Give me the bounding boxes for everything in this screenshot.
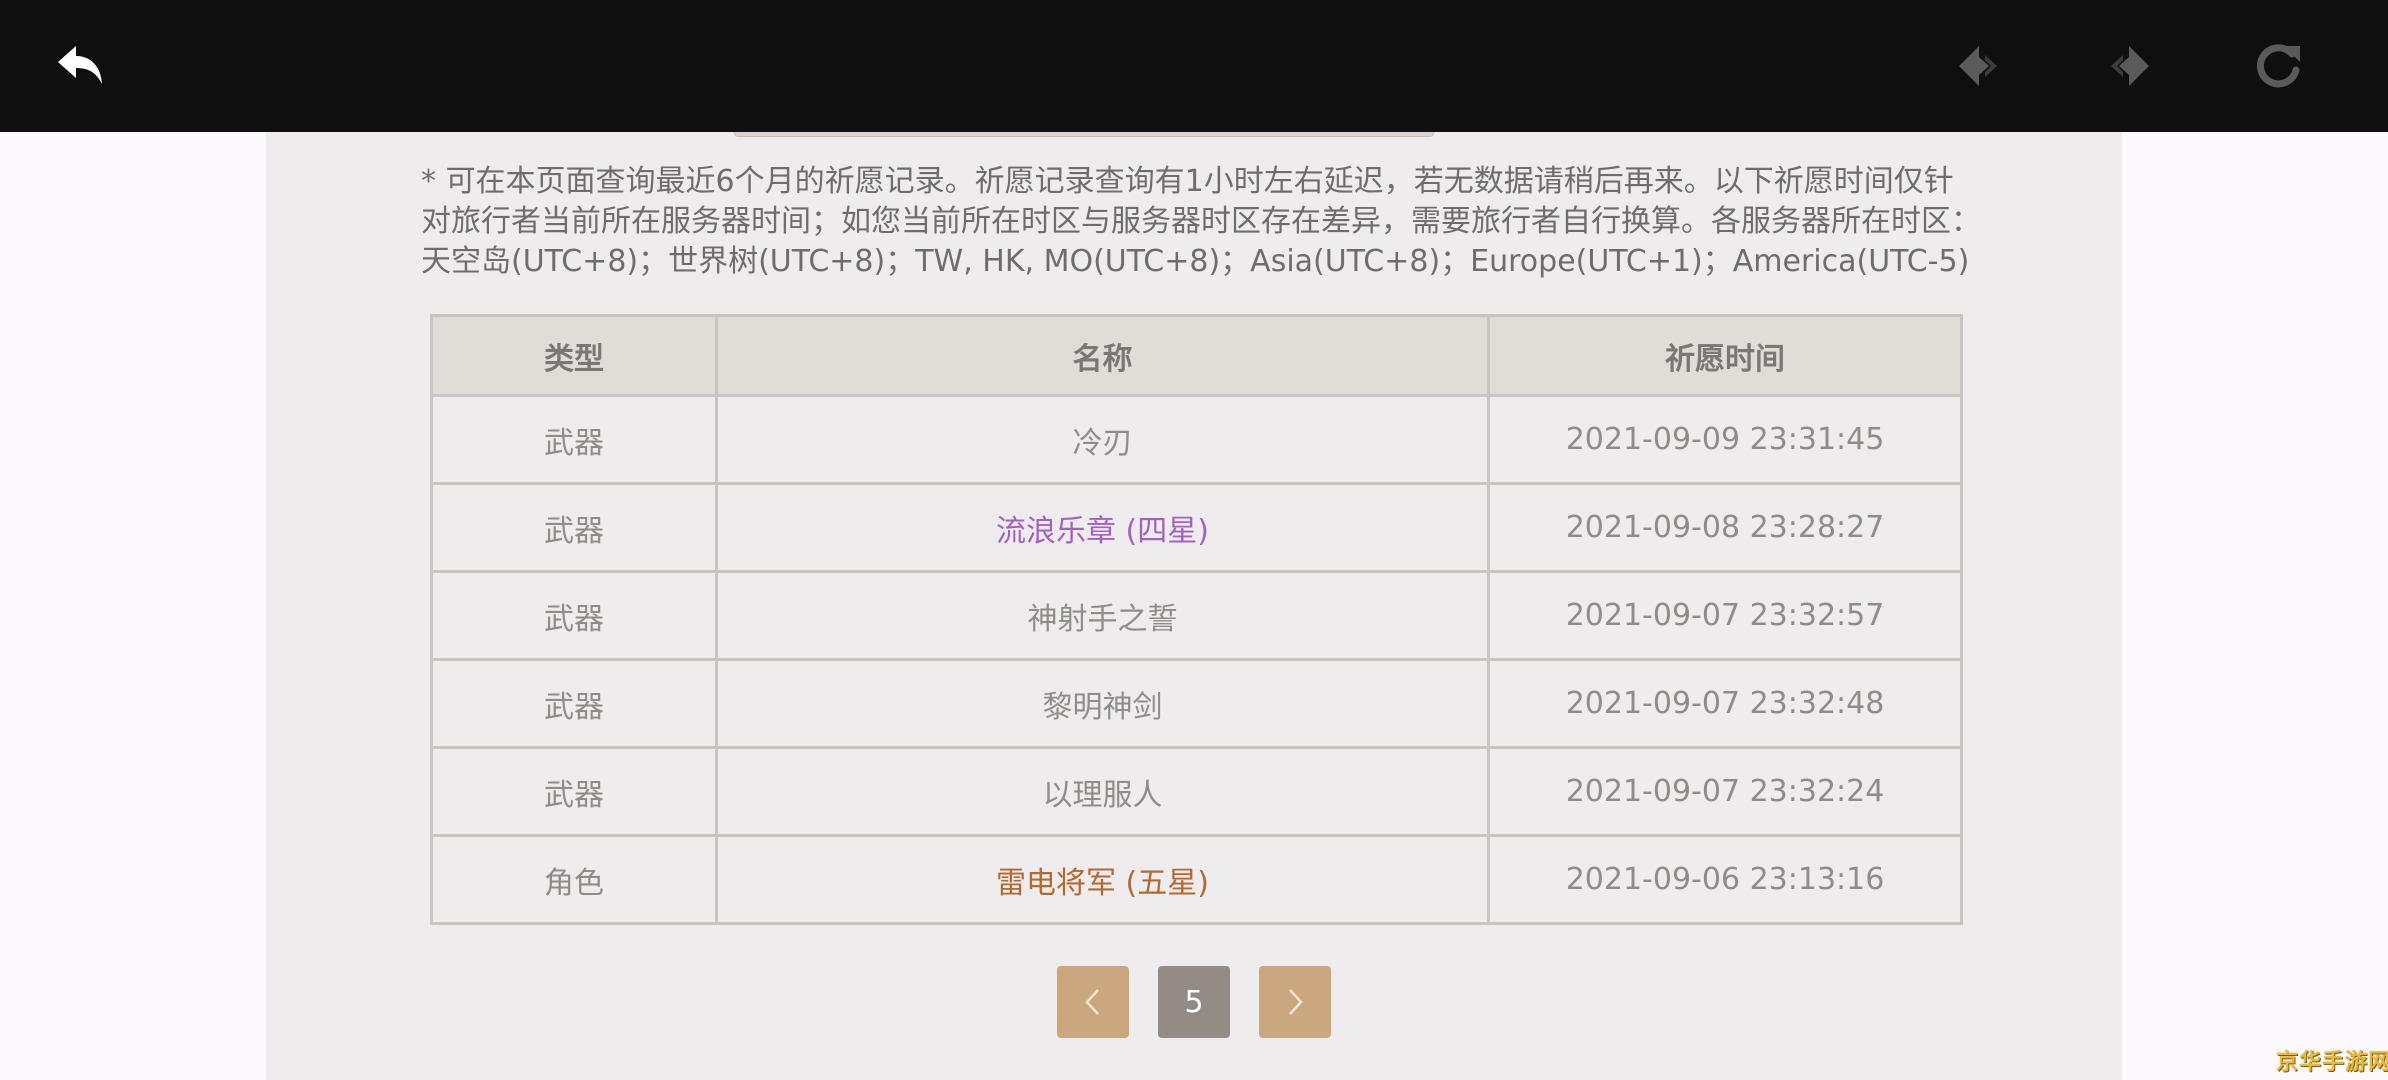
cell-type: 武器 — [430, 658, 718, 749]
prev-page-button[interactable] — [1057, 966, 1129, 1038]
cell-name: 神射手之誓 — [715, 570, 1490, 661]
cell-time: 2021-09-06 23:13:16 — [1487, 834, 1963, 925]
timezone-notice: * 可在本页面查询最近6个月的祈愿记录。祈愿记录查询有1小时左右延迟，若无数据请… — [421, 164, 1981, 279]
cell-name-five-star: 雷电将军 (五星) — [715, 834, 1490, 925]
table-row: 武器 神射手之誓 2021-09-07 23:32:57 — [430, 570, 1963, 661]
top-toolbar — [0, 0, 2388, 132]
nav-back-icon — [1959, 46, 1997, 86]
back-button[interactable] — [46, 30, 118, 102]
filter-dropdown-edge[interactable] — [734, 132, 1434, 137]
cell-type: 武器 — [430, 570, 718, 661]
refresh-icon — [2257, 44, 2300, 88]
nav-forward-icon — [2111, 46, 2149, 86]
wish-records-table: 类型 名称 祈愿时间 武器 冷刃 2021-09-09 23:31:45 武器 … — [430, 314, 1963, 925]
current-page-indicator: 5 — [1158, 966, 1230, 1038]
cell-type: 武器 — [430, 482, 718, 573]
cell-time: 2021-09-08 23:28:27 — [1487, 482, 1963, 573]
table-row: 武器 以理服人 2021-09-07 23:32:24 — [430, 746, 1963, 837]
back-arrow-icon — [58, 46, 102, 84]
table-row: 角色 雷电将军 (五星) 2021-09-06 23:13:16 — [430, 834, 1963, 925]
cell-name-four-star: 流浪乐章 (四星) — [715, 482, 1490, 573]
cell-time: 2021-09-09 23:31:45 — [1487, 394, 1963, 485]
cell-time: 2021-09-07 23:32:48 — [1487, 658, 1963, 749]
wish-history-panel: * 可在本页面查询最近6个月的祈愿记录。祈愿记录查询有1小时左右延迟，若无数据请… — [266, 132, 2122, 1080]
chevron-left-icon — [1085, 989, 1099, 1015]
cell-name: 黎明神剑 — [715, 658, 1490, 749]
table-row: 武器 冷刃 2021-09-09 23:31:45 — [430, 394, 1963, 485]
webview-back-button[interactable] — [1946, 30, 2018, 102]
column-header-type: 类型 — [430, 314, 718, 397]
cell-type: 武器 — [430, 746, 718, 837]
column-header-time: 祈愿时间 — [1487, 314, 1963, 397]
cell-time: 2021-09-07 23:32:57 — [1487, 570, 1963, 661]
cell-name: 以理服人 — [715, 746, 1490, 837]
refresh-button[interactable] — [2242, 30, 2314, 102]
cell-type: 角色 — [430, 834, 718, 925]
cell-time: 2021-09-07 23:32:24 — [1487, 746, 1963, 837]
webview-forward-button[interactable] — [2090, 30, 2162, 102]
table-header-row: 类型 名称 祈愿时间 — [430, 314, 1963, 397]
next-page-button[interactable] — [1259, 966, 1331, 1038]
table-row: 武器 黎明神剑 2021-09-07 23:32:48 — [430, 658, 1963, 749]
site-watermark: 京华手游网 — [2276, 1050, 2388, 1075]
column-header-name: 名称 — [715, 314, 1490, 397]
table-row: 武器 流浪乐章 (四星) 2021-09-08 23:28:27 — [430, 482, 1963, 573]
chevron-right-icon — [1289, 989, 1303, 1015]
cell-type: 武器 — [430, 394, 718, 485]
cell-name: 冷刃 — [715, 394, 1490, 485]
